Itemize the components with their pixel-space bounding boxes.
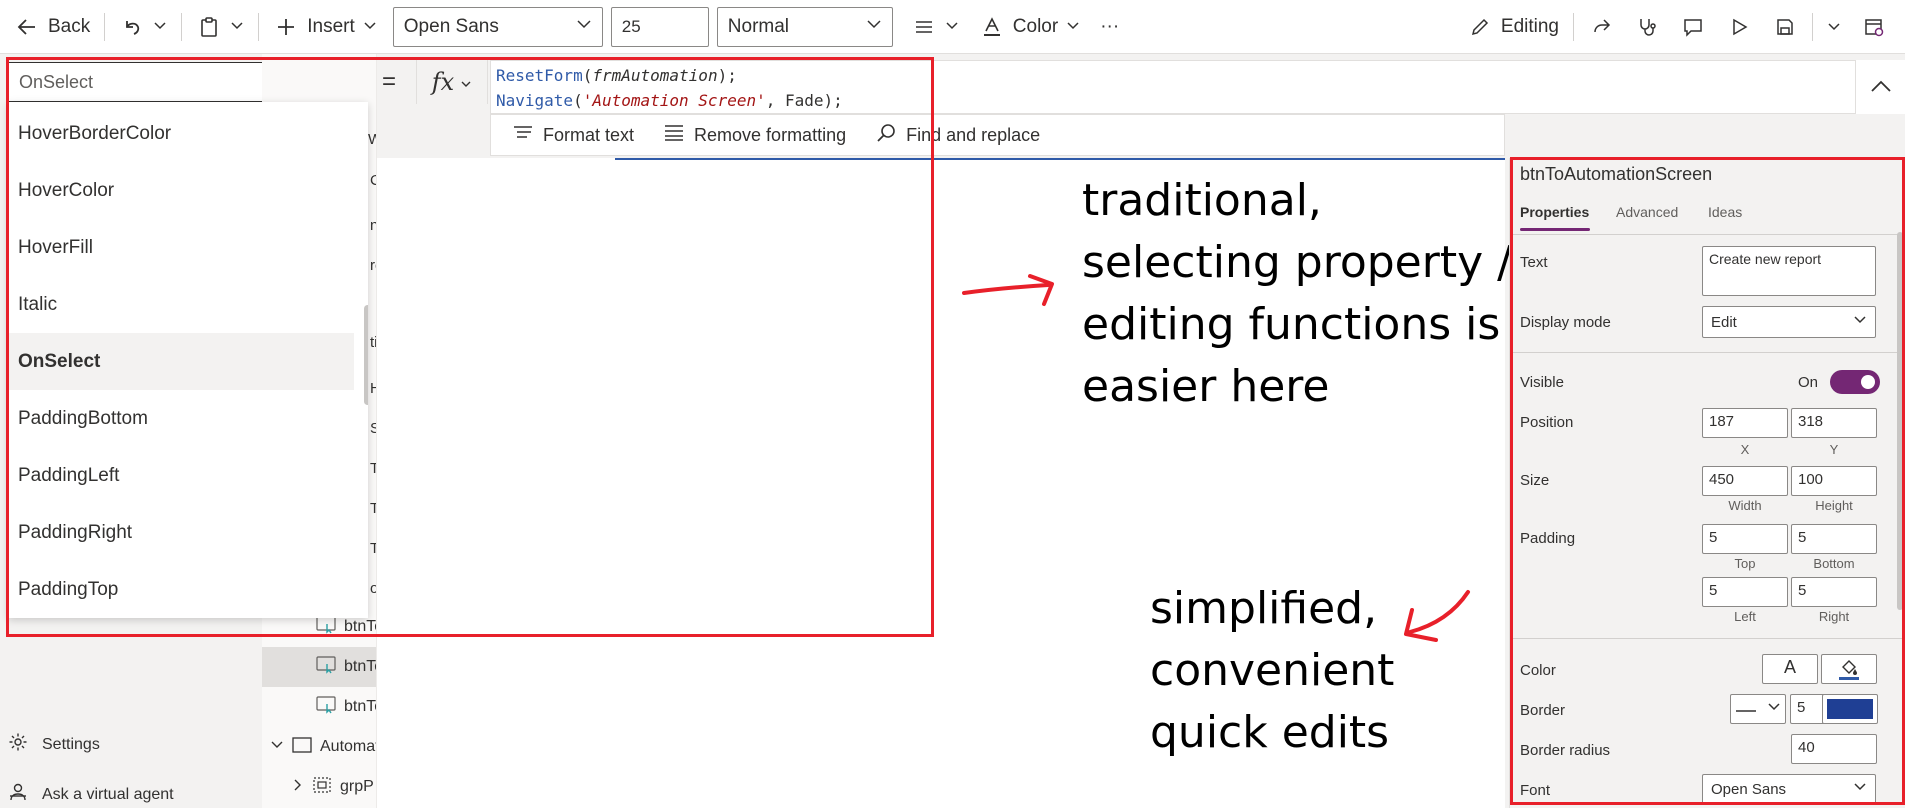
insert-button[interactable]: Insert [263,7,387,47]
gear-icon [8,732,28,757]
comment-icon [1680,14,1706,40]
editing-button[interactable]: Editing [1457,7,1569,47]
save-button[interactable] [1762,7,1808,47]
tree-item-label: Automat [320,738,377,755]
font-weight-select[interactable]: Normal [716,6,893,47]
top-toolbar: Back Insert Open Sans 25 Normal Color ··… [0,0,1905,54]
button-control-icon [316,695,336,719]
toolbar-divider [1812,13,1813,41]
font-family-value: Open Sans [403,15,499,37]
color-button[interactable]: Color [969,7,1090,47]
font-size-input[interactable]: 25 [610,6,709,47]
chevron-down-icon [576,16,592,38]
chevron-down-icon [1066,18,1080,35]
annotation-arrow-left [1404,590,1470,642]
screen-icon [292,736,312,758]
comments-button[interactable] [1670,7,1716,47]
back-button[interactable]: Back [4,7,100,47]
font-weight-value: Normal [727,15,790,37]
annotation-box-formula [6,57,934,637]
more-icon: ··· [1100,15,1120,37]
undo-icon [119,14,145,40]
chevron-down-icon [866,16,882,38]
arrow-left-icon [14,14,40,40]
annotation-box-properties [1510,157,1905,805]
app-checker-button[interactable] [1624,7,1670,47]
virtual-agent-icon [8,782,28,807]
settings-label: Settings [42,735,100,753]
font-size-value: 25 [621,16,641,36]
save-icon [1772,14,1798,40]
preview-button[interactable] [1716,7,1762,47]
publish-button[interactable] [1851,7,1897,47]
tree-item-group[interactable]: grpP [262,767,376,807]
left-nav: Settings Ask a virtual agent [0,620,262,808]
tree-item-label: grpP [340,778,374,795]
tree-item-screen[interactable]: Automat [262,727,377,767]
chevron-up-icon [1870,79,1892,96]
settings-nav-item[interactable]: Settings [8,732,100,757]
more-button[interactable]: ··· [1090,7,1129,47]
insert-label: Insert [307,15,355,37]
back-label: Back [48,15,91,37]
font-color-icon [979,14,1005,40]
chevron-down-icon[interactable] [270,738,284,757]
share-button[interactable] [1578,7,1624,47]
toolbar-divider [1573,13,1574,41]
pencil-icon [1467,14,1493,40]
virtual-agent-label: Ask a virtual agent [42,785,174,803]
button-control-icon [316,655,336,679]
group-icon [312,776,332,799]
calendar-publish-icon [1861,14,1887,40]
font-family-select[interactable]: Open Sans [392,6,603,47]
tree-item-label: btnTo [344,698,376,715]
annotation-arrow-right [962,274,1054,306]
tree-item-button[interactable]: btnTo [262,647,376,687]
stethoscope-icon [1634,14,1660,40]
toolbar-divider [258,12,260,41]
toolbar-divider [181,12,183,41]
toolbar-divider [104,12,106,41]
chevron-down-icon[interactable] [230,18,244,35]
play-icon [1726,14,1752,40]
collapse-formula-button[interactable] [1855,60,1905,114]
chevron-down-icon [363,18,377,35]
clipboard-icon [196,14,222,40]
editing-label: Editing [1500,16,1559,37]
toolbar-right: Editing [1457,0,1905,54]
annotation-note-top: traditional, selecting property / editin… [1082,175,1512,412]
color-label: Color [1012,15,1059,37]
plus-icon [273,14,299,40]
align-icon [911,14,937,40]
tree-item-label: btnTo [344,658,376,675]
chevron-right-icon[interactable] [292,778,304,797]
chevron-down-icon [945,18,959,35]
chevron-down-icon [1827,19,1841,36]
virtual-agent-nav-item[interactable]: Ask a virtual agent [8,782,174,807]
save-options-button[interactable] [1817,7,1851,47]
align-button[interactable] [901,7,969,47]
chevron-down-icon[interactable] [153,18,167,35]
annotation-note-bottom: simplified, convenient quick edits [1150,583,1395,758]
tree-item-button[interactable]: btnTo [262,687,376,727]
undo-button[interactable] [109,7,177,47]
paste-button[interactable] [186,7,254,47]
share-icon [1588,14,1614,40]
